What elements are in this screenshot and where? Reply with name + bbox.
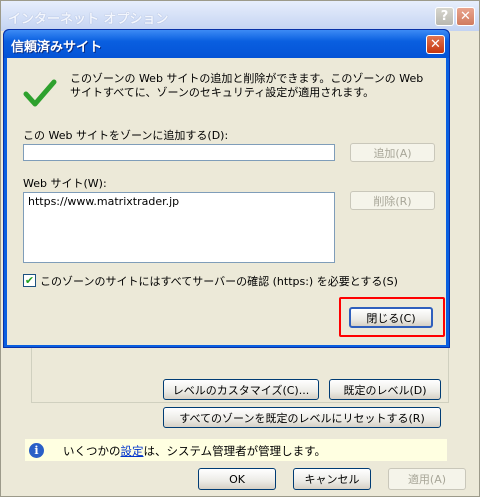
zone-description: このゾーンの Web サイトの追加と削除ができます。このゾーンの Web サイト… [70, 72, 424, 99]
dialog-close-button[interactable]: ✕ [426, 35, 445, 54]
outer-titlebar: インターネット オプション ? ✕ [1, 1, 479, 31]
apply-button[interactable]: 適用(A) [388, 468, 466, 490]
dialog-close-action-button[interactable]: 閉じる(C) [349, 307, 433, 328]
cancel-button[interactable]: キャンセル [293, 468, 371, 490]
info-icon: i [29, 443, 44, 458]
add-site-input[interactable] [23, 144, 335, 161]
admin-info-text: いくつかの設定は、システム管理者が管理します。 [63, 443, 326, 459]
website-list[interactable]: https://www.matrixtrader.jp [23, 192, 335, 263]
site-list-label: Web サイト(W): [23, 177, 107, 190]
ok-button[interactable]: OK [198, 468, 276, 490]
remove-button[interactable]: 削除(R) [350, 191, 435, 210]
help-button[interactable]: ? [435, 7, 454, 26]
checkmark-icon [23, 79, 57, 107]
add-button[interactable]: 追加(A) [350, 143, 435, 162]
https-checkbox-label[interactable]: このゾーンのサイトにはすべてサーバーの確認 (https:) を必要とする(S) [40, 273, 398, 289]
info-prefix: いくつかの [63, 444, 121, 458]
reset-all-zones-button[interactable]: すべてのゾーンを既定のレベルにリセットする(R) [163, 407, 441, 428]
outer-title: インターネット オプション [8, 12, 169, 27]
settings-link[interactable]: 設定 [121, 444, 144, 458]
outer-close-button[interactable]: ✕ [456, 7, 475, 26]
dialog-body: このゾーンの Web サイトの追加と削除ができます。このゾーンの Web サイト… [7, 58, 446, 345]
add-field-label: この Web サイトをゾーンに追加する(D): [23, 129, 229, 142]
customize-level-button[interactable]: レベルのカスタマイズ(C)... [163, 379, 319, 400]
trusted-sites-dialog: 信頼済みサイト ✕ このゾーンの Web サイトの追加と削除ができます。このゾー… [3, 29, 450, 348]
list-item[interactable]: https://www.matrixtrader.jp [28, 195, 330, 208]
https-checkbox[interactable]: ✔ [23, 274, 36, 287]
default-level-button[interactable]: 既定のレベル(D) [329, 379, 441, 400]
info-suffix: は、システム管理者が管理します。 [143, 444, 327, 458]
dialog-title: 信頼済みサイト [11, 40, 103, 55]
